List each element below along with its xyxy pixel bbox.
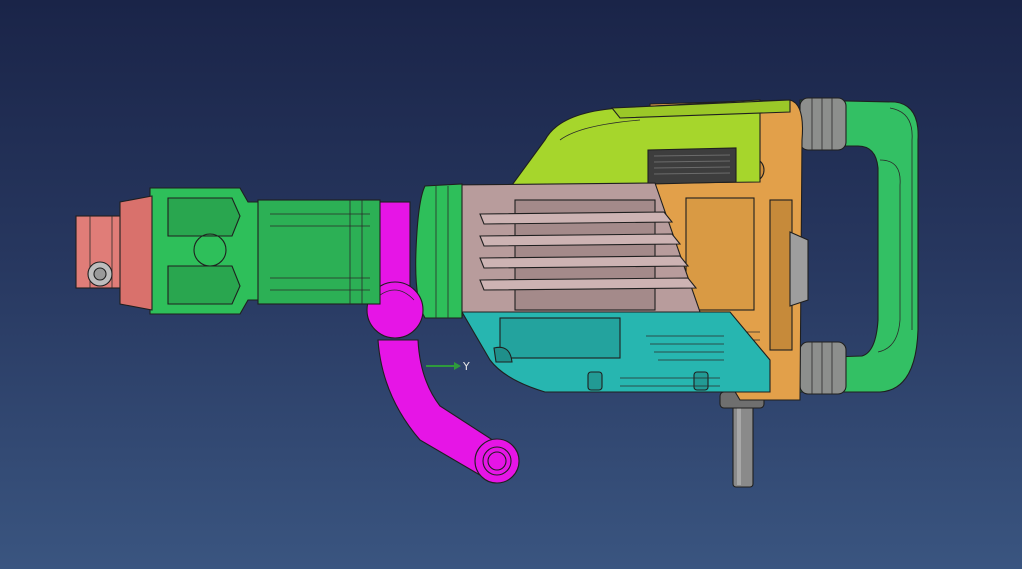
demolition-hammer-model[interactable]: Y [0,0,1022,569]
front-collar[interactable] [415,183,463,319]
top-cover[interactable] [510,99,791,186]
handle-grip-bottom [799,341,847,395]
axis-triad: Y [426,360,470,373]
top-vent-grille [647,147,737,185]
rear-handle[interactable] [799,97,919,395]
lower-housing[interactable] [461,311,771,393]
3d-viewport[interactable]: Y [0,0,1022,569]
tool-head[interactable] [149,187,381,315]
axis-y-label: Y [462,360,470,373]
power-cord[interactable] [719,391,765,488]
handle-grip-top [799,97,847,151]
chisel-holder[interactable] [75,195,153,311]
